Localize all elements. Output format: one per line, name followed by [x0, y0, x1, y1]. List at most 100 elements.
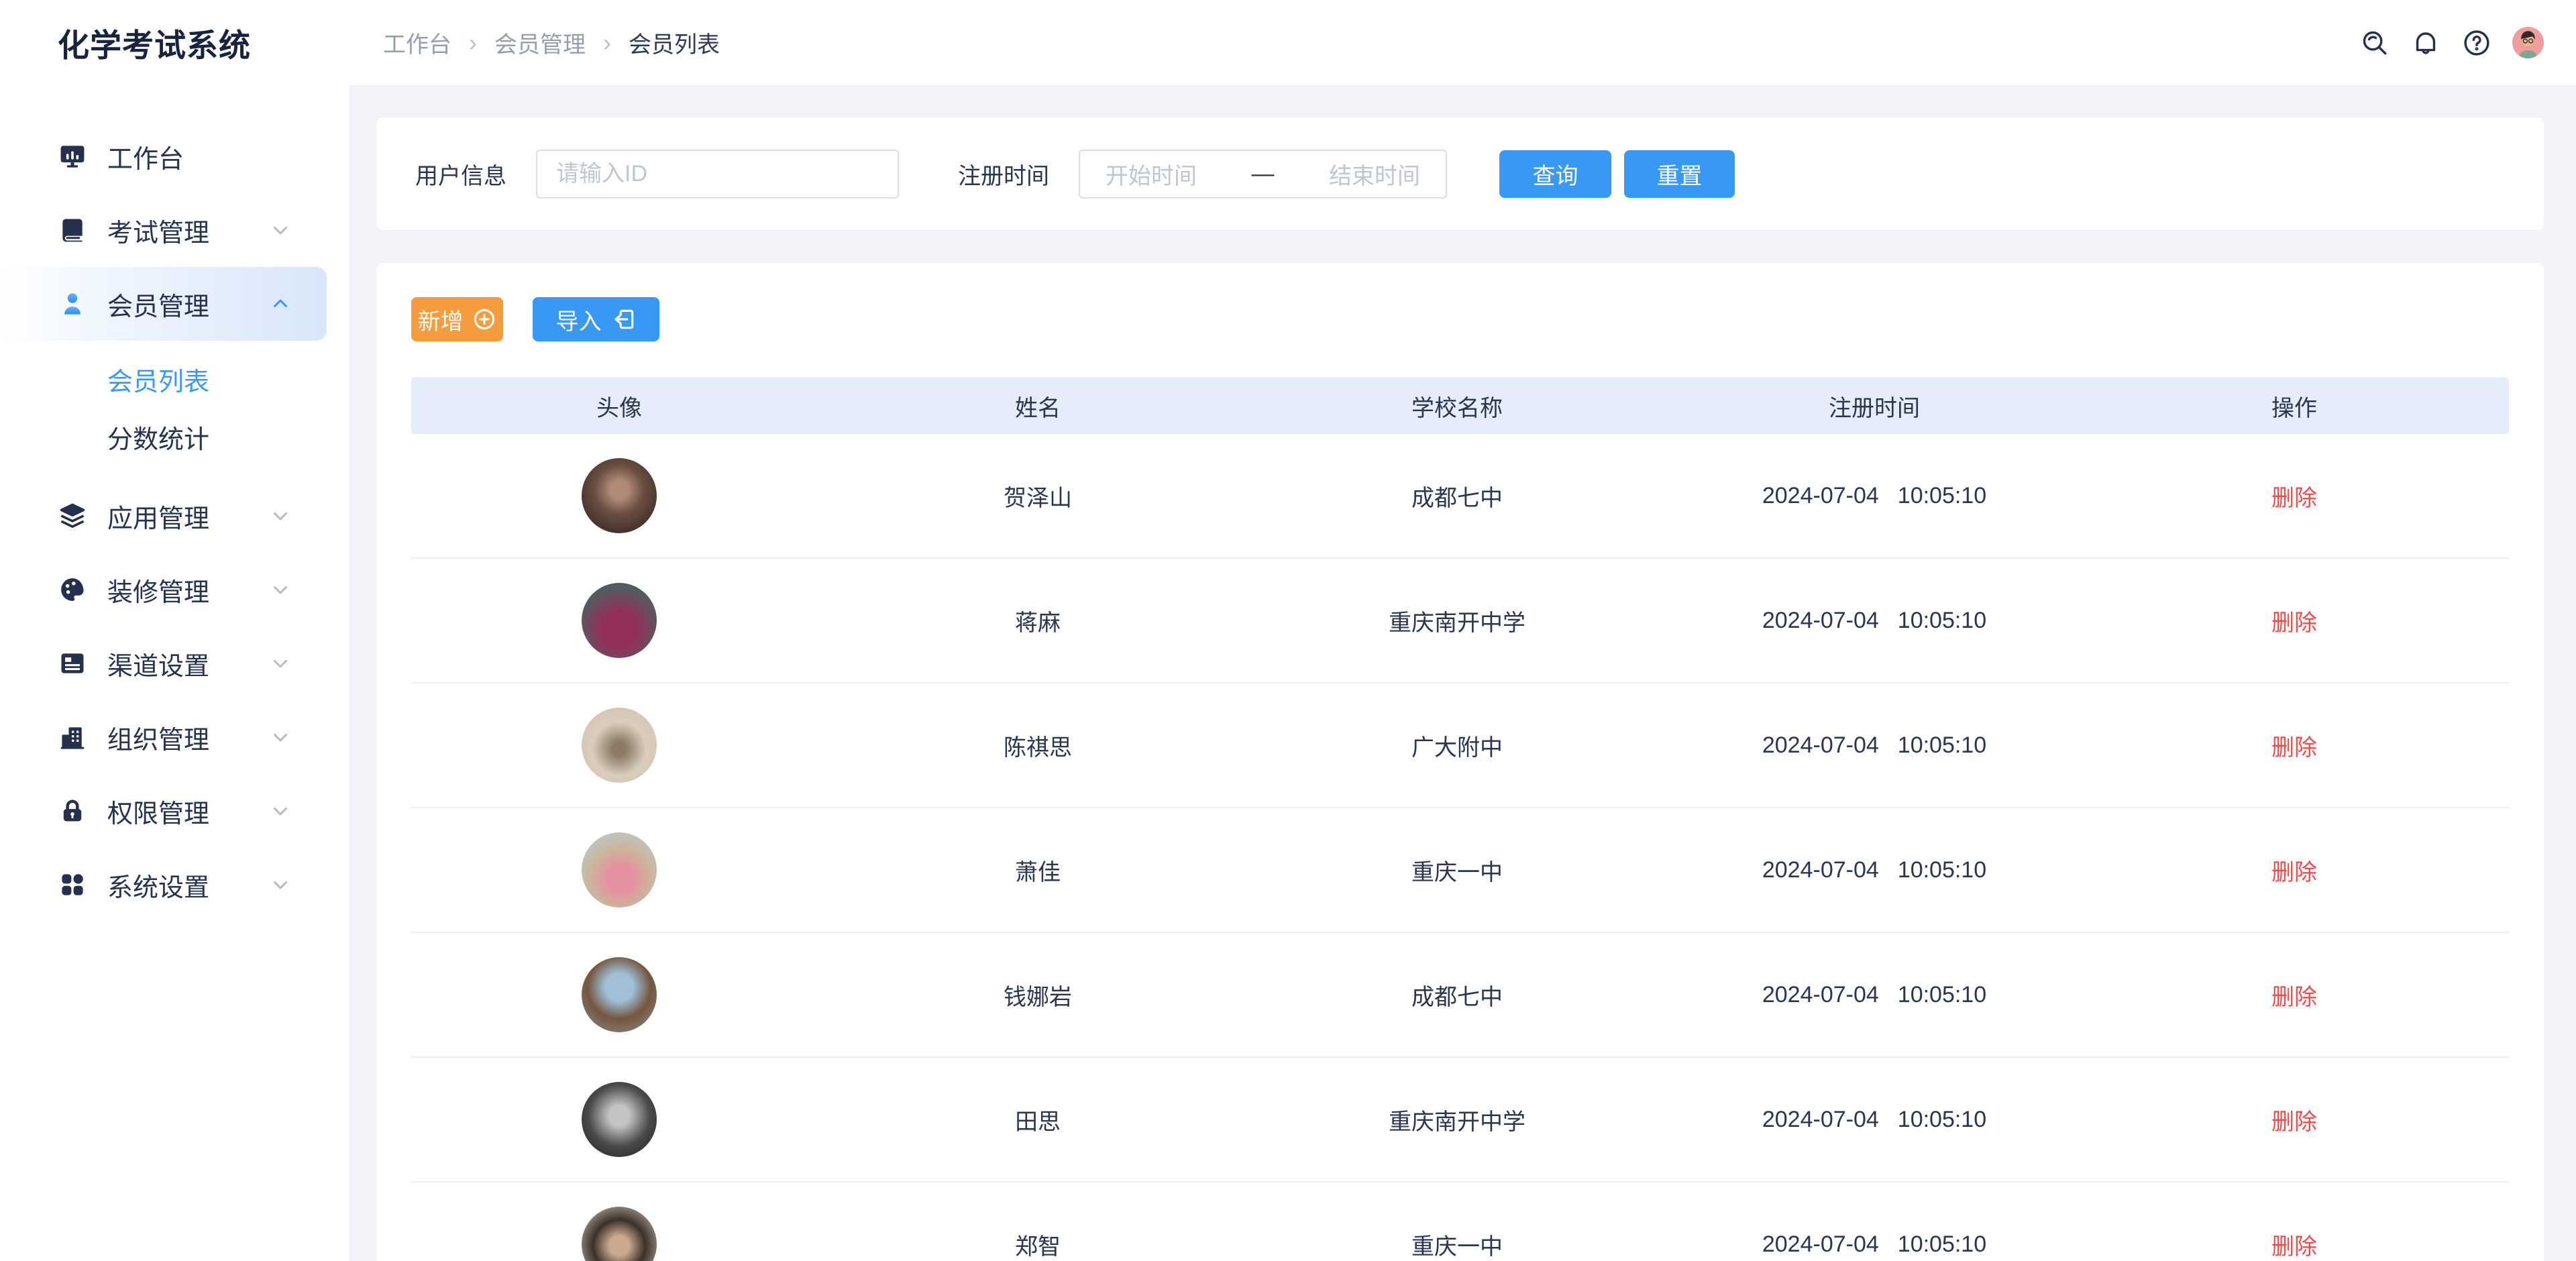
sidebar-subitem-member-list[interactable]: 会员列表 — [0, 350, 350, 408]
sidebar-item-exam[interactable]: 考试管理 — [0, 193, 350, 267]
add-button[interactable]: 新增 — [411, 297, 503, 341]
reg-time-label: 注册时间 — [958, 158, 1049, 190]
member-list-panel: 新增 导入 头像 姓名 学校名称 注册时间 操作 贺泽山成都七中2024-07- — [376, 263, 2544, 1261]
actions-cell: 删除 — [2083, 604, 2506, 637]
chevron-down-icon — [267, 502, 294, 529]
chevron-down-icon — [267, 650, 294, 677]
reset-button[interactable]: 重置 — [1624, 150, 1735, 198]
reg-clock: 10:05:10 — [1898, 483, 1986, 509]
sidebar-item-label: 考试管理 — [107, 212, 209, 249]
reg-date: 2024-07-04 — [1762, 982, 1879, 1007]
avatar-cell — [411, 832, 827, 908]
breadcrumb-workbench[interactable]: 工作台 — [383, 26, 451, 59]
actions-cell: 删除 — [2083, 480, 2506, 512]
table-row: 陈祺思广大附中2024-07-0410:05:10删除 — [411, 683, 2509, 808]
sidebar-item-perm[interactable]: 权限管理 — [0, 774, 350, 848]
sidebar-item-label: 会员管理 — [107, 286, 209, 323]
chevron-down-icon — [267, 724, 294, 751]
sidebar-item-channel[interactable]: 渠道设置 — [0, 626, 350, 700]
reg-date: 2024-07-04 — [1762, 1231, 1879, 1257]
import-icon — [611, 307, 637, 332]
member-avatar — [582, 832, 657, 908]
avatar-cell — [411, 1082, 827, 1157]
member-school: 重庆一中 — [1248, 854, 1666, 887]
member-reg-time: 2024-07-04 10:05:10 — [1666, 857, 2083, 883]
sidebar-menu: 工作台考试管理会员管理会员列表分数统计应用管理装修管理渠道设置组织管理权限管理系… — [0, 85, 350, 922]
sidebar-item-label: 工作台 — [107, 138, 184, 175]
actions-cell: 删除 — [2083, 979, 2506, 1011]
sidebar-item-org[interactable]: 组织管理 — [0, 700, 350, 774]
member-avatar — [582, 583, 657, 658]
bell-icon[interactable] — [2410, 28, 2441, 58]
breadcrumb-separator-icon: › — [603, 29, 611, 57]
sidebar-item-system[interactable]: 系统设置 — [0, 848, 350, 922]
monitor-icon — [56, 140, 89, 172]
sidebar-item-label: 权限管理 — [107, 793, 209, 830]
search-icon[interactable] — [2359, 28, 2390, 58]
delete-link[interactable]: 删除 — [2271, 735, 2317, 761]
lock-icon — [56, 795, 89, 827]
table-body: 贺泽山成都七中2024-07-0410:05:10删除蒋麻重庆南开中学2024-… — [411, 434, 2509, 1261]
chevron-down-icon — [267, 871, 294, 898]
grid-icon — [56, 869, 89, 901]
avatar-cell — [411, 957, 827, 1032]
sidebar-submenu-member: 会员列表分数统计 — [0, 341, 350, 479]
actions-cell: 删除 — [2083, 729, 2506, 762]
delete-link[interactable]: 删除 — [2271, 860, 2317, 885]
sidebar: 工作台考试管理会员管理会员列表分数统计应用管理装修管理渠道设置组织管理权限管理系… — [0, 85, 350, 1261]
delete-link[interactable]: 删除 — [2271, 486, 2317, 511]
import-button-label: 导入 — [556, 303, 602, 336]
end-time-placeholder: 结束时间 — [1329, 158, 1420, 190]
reg-clock: 10:05:10 — [1898, 1231, 1986, 1258]
member-name: 萧佳 — [827, 854, 1248, 887]
member-name: 贺泽山 — [827, 480, 1248, 512]
breadcrumb-member-management[interactable]: 会员管理 — [494, 26, 586, 59]
chevron-down-icon — [267, 576, 294, 603]
import-button[interactable]: 导入 — [533, 297, 659, 341]
column-header-actions: 操作 — [2083, 390, 2506, 423]
sidebar-item-label: 渠道设置 — [107, 645, 209, 682]
member-name: 郑智 — [827, 1228, 1248, 1261]
actions-cell: 删除 — [2083, 1103, 2506, 1136]
reg-clock: 10:05:10 — [1898, 857, 1986, 883]
table-row: 蒋麻重庆南开中学2024-07-0410:05:10删除 — [411, 559, 2509, 683]
search-button[interactable]: 查询 — [1499, 150, 1611, 198]
topbar-actions — [2359, 0, 2544, 85]
member-icon — [56, 288, 89, 320]
delete-link[interactable]: 删除 — [2271, 1109, 2317, 1135]
delete-link[interactable]: 删除 — [2271, 610, 2317, 636]
reg-date: 2024-07-04 — [1762, 857, 1879, 883]
member-avatar — [582, 458, 657, 533]
sidebar-subitem-score-stats[interactable]: 分数统计 — [0, 408, 350, 465]
sidebar-item-label: 应用管理 — [107, 498, 209, 535]
breadcrumb: 工作台 › 会员管理 › 会员列表 — [383, 0, 720, 85]
delete-link[interactable]: 删除 — [2271, 985, 2317, 1010]
member-name: 蒋麻 — [827, 604, 1248, 637]
avatar-cell — [411, 458, 827, 533]
sidebar-item-member[interactable]: 会员管理 — [0, 267, 327, 341]
member-reg-time: 2024-07-0410:05:10 — [1666, 1107, 2083, 1133]
chevron-down-icon — [267, 798, 294, 824]
help-icon[interactable] — [2461, 28, 2492, 58]
sidebar-item-app[interactable]: 应用管理 — [0, 479, 350, 553]
table-row: 钱娜岩成都七中2024-07-0410:05:10删除 — [411, 933, 2509, 1058]
actions-cell: 删除 — [2083, 854, 2506, 887]
member-name: 钱娜岩 — [827, 979, 1248, 1011]
start-time-placeholder: 开始时间 — [1106, 158, 1197, 190]
member-avatar — [582, 1207, 657, 1261]
sidebar-item-workbench[interactable]: 工作台 — [0, 119, 350, 193]
user-avatar[interactable] — [2512, 27, 2544, 58]
add-button-label: 新增 — [418, 303, 464, 336]
date-range-picker[interactable]: 开始时间 — 结束时间 — [1079, 150, 1447, 199]
chevron-up-icon — [267, 290, 294, 317]
member-school: 广大附中 — [1248, 729, 1666, 762]
table-row: 郑智重庆一中2024-07-0410:05:10删除 — [411, 1183, 2509, 1261]
breadcrumb-member-list: 会员列表 — [629, 26, 720, 59]
app-title: 化学考试系统 — [58, 0, 251, 85]
delete-link[interactable]: 删除 — [2271, 1234, 2317, 1260]
sidebar-item-decor[interactable]: 装修管理 — [0, 553, 350, 626]
user-id-input[interactable] — [536, 150, 899, 199]
filter-panel: 用户信息 注册时间 开始时间 — 结束时间 查询 重置 — [376, 117, 2544, 230]
member-school: 重庆南开中学 — [1248, 604, 1666, 637]
reg-date: 2024-07-04 — [1762, 608, 1879, 633]
